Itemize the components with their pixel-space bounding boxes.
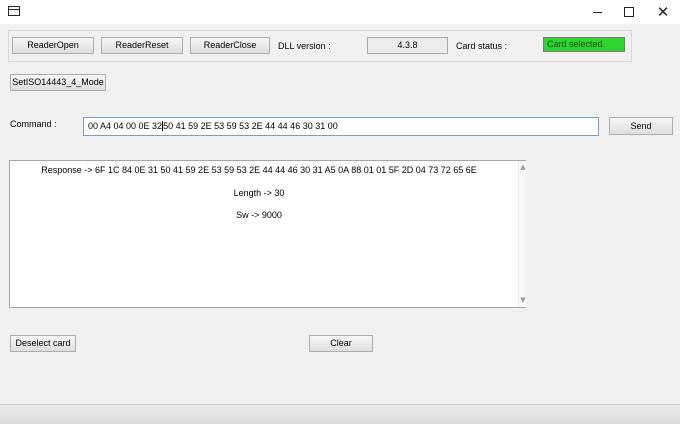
close-button[interactable]: ✕ [646,0,680,24]
reader-open-button[interactable]: ReaderOpen [12,37,94,54]
command-label: Command : [10,119,57,129]
send-button[interactable]: Send [609,117,673,135]
dll-version-label: DLL version : [278,41,331,51]
response-textarea[interactable]: Response -> 6F 1C 84 0E 31 50 41 59 2E 5… [9,160,526,308]
reader-close-button[interactable]: ReaderClose [190,37,270,54]
status-strip [0,404,680,424]
dll-version-value: 4.3.8 [367,37,448,54]
sw-line: Sw -> 9000 [236,210,282,220]
card-status-label: Card status : [456,41,508,51]
command-input[interactable]: 00 A4 04 00 0E 3250 41 59 2E 53 59 53 2E… [83,117,599,136]
card-status-indicator: Card selected. [543,37,625,52]
scroll-up-icon[interactable]: ▲ [519,162,527,172]
scroll-down-icon[interactable]: ▼ [519,295,527,305]
minimize-icon [592,11,602,13]
set-iso14443-4-mode-button[interactable]: SetISO14443_4_Mode [10,74,106,91]
app-window-icon [8,6,20,16]
close-icon: ✕ [656,3,670,21]
reader-reset-button[interactable]: ReaderReset [101,37,183,54]
length-line: Length -> 30 [233,188,285,198]
clear-button[interactable]: Clear [309,335,373,352]
vertical-scrollbar[interactable]: ▲ ▼ [518,161,526,307]
maximize-button[interactable] [612,0,646,24]
command-text-after-caret: 50 41 59 2E 53 59 53 2E 44 44 46 30 31 0… [163,121,338,131]
response-line: Response -> 6F 1C 84 0E 31 50 41 59 2E 5… [41,165,477,175]
maximize-icon [624,7,634,17]
minimize-button[interactable] [580,0,614,24]
command-text-before-caret: 00 A4 04 00 0E 32 [88,121,163,131]
title-bar [0,0,680,24]
deselect-card-button[interactable]: Deselect card [10,335,76,352]
